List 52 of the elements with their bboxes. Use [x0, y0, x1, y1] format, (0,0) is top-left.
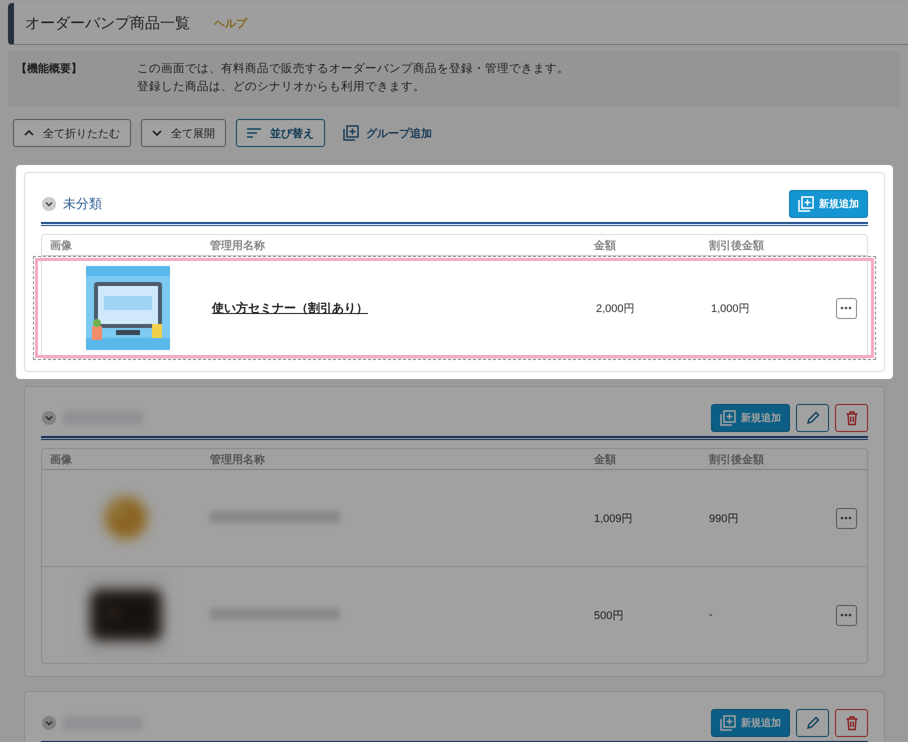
price-cell-text: 500円 [594, 608, 624, 622]
more-icon [840, 613, 852, 617]
sort-button[interactable]: 並び替え [236, 119, 325, 147]
overview-text: 登録した商品は、どのシナリオからも利用できます。 [137, 79, 426, 94]
column-header: 管理用名称 [210, 238, 266, 252]
more-button[interactable] [836, 508, 856, 528]
column-header: 割引後金額 [709, 238, 765, 252]
price-cell-text: 2,000円 [596, 302, 636, 316]
discounted-price-cell-text: 1,000円 [711, 302, 751, 316]
chevron-down-icon [152, 130, 162, 136]
delete-button[interactable] [835, 709, 868, 737]
chevron-up-icon [24, 130, 34, 136]
pencil-icon [804, 410, 820, 426]
product-row[interactable]: 500円 - [42, 566, 867, 663]
column-header: 画像 [49, 452, 73, 466]
chevron-down-icon[interactable] [42, 411, 56, 425]
column-header: 画像 [49, 238, 73, 252]
discounted-price-cell-text: - [709, 609, 714, 621]
product-name-link[interactable]: 使い方セミナー（割引あり） [212, 300, 368, 314]
add-group-button[interactable]: グループ追加 [335, 125, 440, 141]
discounted-price-cell-text: 990円 [709, 512, 740, 526]
more-icon [840, 516, 852, 520]
trash-icon [844, 715, 860, 731]
edit-button[interactable] [796, 709, 829, 737]
overview-label: 【機能概要】 [16, 62, 83, 77]
trash-icon [844, 410, 860, 426]
add-copy-icon [720, 715, 736, 731]
product-row[interactable]: 1,009円 990円 [42, 470, 867, 566]
product-row[interactable]: 使い方セミナー（割引あり） 2,000円 1,000円 [35, 258, 874, 358]
overview-text: この画面では、有料商品で販売するオーダーバンプ商品を登録・管理できます。 [137, 61, 569, 76]
toolbar-button[interactable]: 全て折りたたむ [13, 119, 131, 147]
toolbar-button[interactable]: 全て展開 [141, 119, 226, 147]
more-icon [840, 306, 852, 310]
chevron-down-icon[interactable] [42, 716, 56, 730]
pencil-icon [804, 715, 820, 731]
add-copy-icon [720, 410, 736, 426]
price-cell-text: 1,009円 [594, 512, 634, 526]
more-button[interactable] [836, 604, 856, 626]
column-header: 割引後金額 [709, 452, 765, 466]
add-new-button[interactable]: 新規追加 [789, 190, 868, 218]
edit-button[interactable] [796, 404, 829, 432]
column-header: 管理用名称 [210, 452, 266, 466]
more-button[interactable] [836, 298, 856, 318]
delete-button[interactable] [835, 404, 868, 432]
page-title: オーダーバンプ商品一覧 [25, 14, 190, 33]
add-copy-icon [798, 196, 814, 212]
chevron-down-icon[interactable] [42, 197, 56, 211]
column-header: 金額 [594, 238, 617, 252]
column-header: 金額 [594, 452, 617, 466]
group-title: 未分類 [63, 195, 102, 213]
add-copy-icon [343, 125, 359, 141]
sort-icon [247, 128, 261, 138]
